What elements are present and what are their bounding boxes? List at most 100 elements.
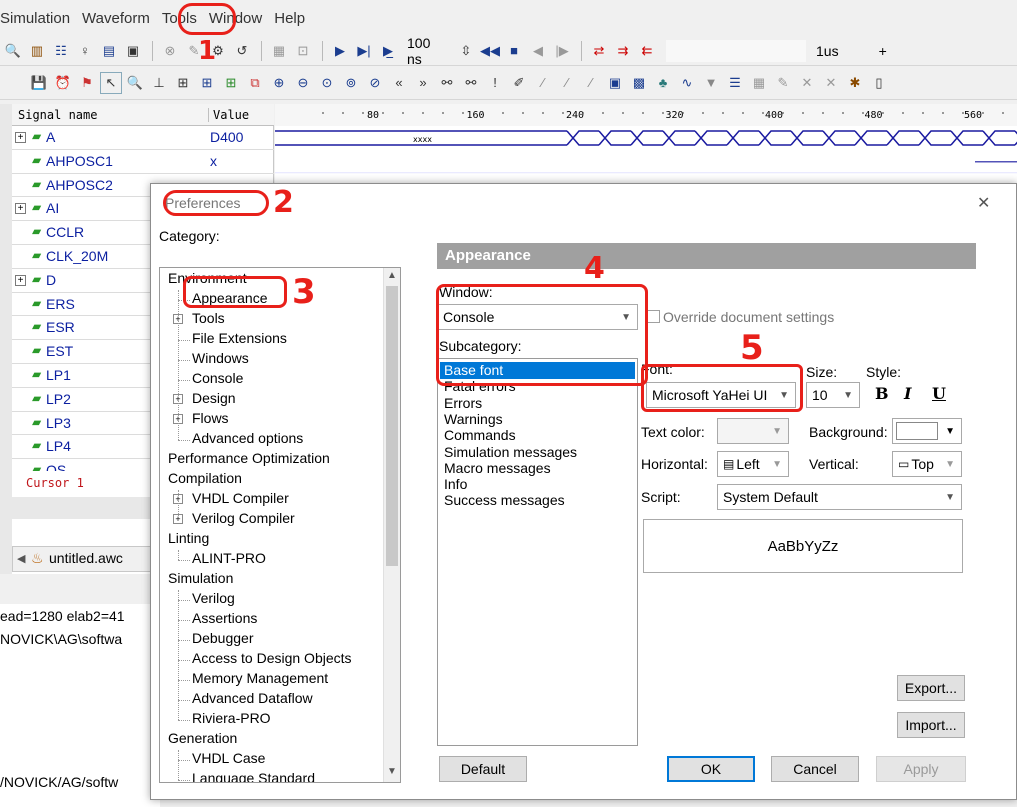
- subcategory-item[interactable]: Warnings: [440, 411, 635, 428]
- tree-item[interactable]: Access to Design Objects: [192, 650, 352, 666]
- wave-icon[interactable]: ∿: [676, 72, 698, 94]
- nosearch2-icon[interactable]: ✕: [820, 72, 842, 94]
- background-select[interactable]: ▼: [892, 418, 962, 444]
- tree-item[interactable]: Flows: [192, 410, 229, 426]
- next-edge-icon[interactable]: »: [412, 72, 434, 94]
- copy-icon[interactable]: ⧉: [244, 72, 266, 94]
- subcategory-item[interactable]: Simulation messages: [440, 444, 635, 461]
- trace-out-icon[interactable]: ⇇: [636, 40, 658, 62]
- menu-help[interactable]: Help: [274, 10, 305, 27]
- doc-icon[interactable]: ▯: [868, 72, 890, 94]
- subcategory-item[interactable]: Errors: [440, 395, 635, 412]
- edit-icon[interactable]: ✐: [508, 72, 530, 94]
- tree-item[interactable]: Advanced Dataflow: [192, 690, 313, 706]
- sort-icon[interactable]: ▼: [700, 72, 722, 94]
- subcategory-item[interactable]: Macro messages: [440, 460, 635, 477]
- tree-item[interactable]: Design: [192, 390, 236, 406]
- signal-icon[interactable]: ⚑: [76, 72, 98, 94]
- run-until-icon[interactable]: ▶|: [353, 40, 375, 62]
- trace-over-icon[interactable]: ⇉: [612, 40, 634, 62]
- tree-item[interactable]: ALINT-PRO: [192, 550, 266, 566]
- tree-item[interactable]: VHDL Case: [192, 750, 265, 766]
- marker-icon[interactable]: !: [484, 72, 506, 94]
- waveform-tab[interactable]: ◀ ♨ untitled.awc: [12, 546, 152, 572]
- stim2-icon[interactable]: ⁄: [556, 72, 578, 94]
- signal-row[interactable]: ▰ AHPOSC1 x: [12, 150, 274, 174]
- bold-button[interactable]: B: [875, 384, 889, 403]
- tree-item[interactable]: Verilog Compiler: [192, 510, 295, 526]
- menu-waveform[interactable]: Waveform: [82, 10, 150, 27]
- list-icon[interactable]: ☰: [724, 72, 746, 94]
- subcategory-item[interactable]: Info: [440, 476, 635, 493]
- italic-button[interactable]: I: [904, 384, 911, 403]
- zoom-full-icon[interactable]: ⊘: [364, 72, 386, 94]
- restart-icon[interactable]: ◀◀: [479, 40, 501, 62]
- compare-icon[interactable]: ▣: [604, 72, 626, 94]
- override-checkbox[interactable]: [647, 310, 660, 323]
- nosearch-icon[interactable]: ✕: [796, 72, 818, 94]
- plus-button[interactable]: +: [879, 43, 887, 59]
- run-time-input[interactable]: 100 ns: [401, 35, 455, 67]
- hierarchy-icon[interactable]: ☷: [50, 40, 72, 62]
- save-icon[interactable]: 💾: [28, 72, 50, 94]
- tree-item[interactable]: Simulation: [168, 570, 233, 586]
- step-icon[interactable]: |▶: [551, 40, 573, 62]
- pointer-icon[interactable]: ↖: [100, 71, 122, 94]
- bug-icon[interactable]: ✱: [844, 72, 866, 94]
- scroll-thumb[interactable]: [386, 286, 398, 566]
- cancel-button[interactable]: Cancel: [771, 756, 859, 782]
- tree-item[interactable]: Language Standard: [192, 770, 315, 782]
- db-icon[interactable]: ▩: [628, 72, 650, 94]
- zoom-range-icon[interactable]: ⊚: [340, 72, 362, 94]
- prev-edge-icon[interactable]: «: [388, 72, 410, 94]
- subcategory-list[interactable]: Base font Fatal errors Errors Warnings Comma…: [437, 358, 638, 746]
- cursor-label[interactable]: Cursor 1: [26, 476, 84, 490]
- stop-icon[interactable]: ⊗: [159, 40, 181, 62]
- tree-item[interactable]: Console: [192, 370, 243, 386]
- lock-icon[interactable]: ⊡: [292, 40, 314, 62]
- binoculars2-icon[interactable]: ⚯: [460, 72, 482, 94]
- export-button[interactable]: Export...: [897, 675, 965, 701]
- tree-item[interactable]: Linting: [168, 530, 209, 546]
- menu-simulation[interactable]: Simulation: [0, 10, 70, 27]
- tree-item[interactable]: VHDL Compiler: [192, 490, 289, 506]
- close-icon[interactable]: ✕: [977, 193, 990, 213]
- expand-icon[interactable]: +: [15, 203, 26, 215]
- run-icon[interactable]: ▶: [329, 40, 351, 62]
- subcategory-item[interactable]: Commands: [440, 427, 635, 444]
- library-icon[interactable]: ▥: [26, 40, 48, 62]
- step-back-icon[interactable]: ◀: [527, 40, 549, 62]
- refresh-icon[interactable]: ↺: [231, 40, 253, 62]
- clock-icon[interactable]: ⏰: [52, 72, 74, 94]
- measure-icon[interactable]: ⊥: [148, 72, 170, 94]
- trace-into-icon[interactable]: ⇄: [588, 40, 610, 62]
- chip-icon[interactable]: ▣: [122, 40, 144, 62]
- import-button[interactable]: Import...: [897, 712, 965, 738]
- zoom-in-icon[interactable]: ⊕: [268, 72, 290, 94]
- tree-item[interactable]: Windows: [192, 350, 249, 366]
- script-select[interactable]: System Default ▼: [717, 484, 962, 510]
- tab-scroll-left-icon[interactable]: ◀: [17, 552, 25, 565]
- tree-item[interactable]: File Extensions: [192, 330, 287, 346]
- apply-button[interactable]: Apply: [876, 756, 966, 782]
- scroll-down-icon[interactable]: ▼: [387, 766, 397, 777]
- stim1-icon[interactable]: ⁄: [532, 72, 554, 94]
- zoom-fit-icon[interactable]: ⊙: [316, 72, 338, 94]
- default-button[interactable]: Default: [439, 756, 527, 782]
- stim3-icon[interactable]: ⁄: [580, 72, 602, 94]
- tree-item[interactable]: Tools: [192, 310, 225, 326]
- grid-icon[interactable]: ▦: [748, 72, 770, 94]
- tree-item[interactable]: Assertions: [192, 610, 257, 626]
- find-icon[interactable]: 🔍: [2, 40, 24, 62]
- tree-item[interactable]: Performance Optimization: [168, 450, 330, 466]
- ip-icon[interactable]: ▦: [268, 40, 290, 62]
- zoom-out-icon[interactable]: ⊖: [292, 72, 314, 94]
- ok-button[interactable]: OK: [667, 756, 755, 782]
- scroll-up-icon[interactable]: ▲: [387, 270, 397, 281]
- expand-icon[interactable]: +: [15, 132, 26, 143]
- category-tree[interactable]: Environment Appearance Tools + File Extensio…: [159, 267, 401, 783]
- underline-button[interactable]: U: [932, 384, 946, 403]
- binoculars-icon[interactable]: ⚯: [436, 72, 458, 94]
- horizontal-select[interactable]: ▤ Left ▼: [717, 451, 789, 477]
- tree-item[interactable]: Advanced options: [192, 430, 303, 446]
